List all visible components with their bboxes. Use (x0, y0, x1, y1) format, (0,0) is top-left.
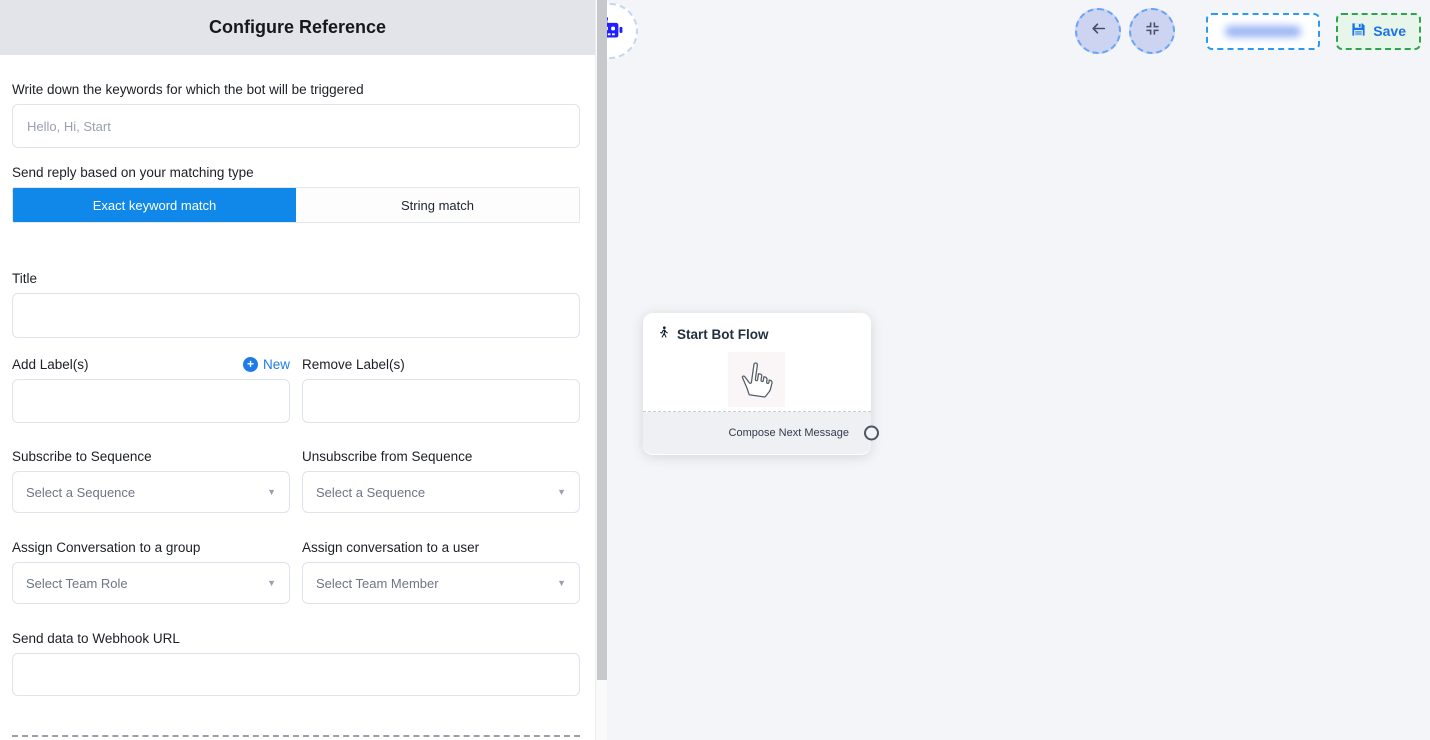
panel-scrollbar[interactable] (595, 0, 607, 740)
node-body: Start Bot Flow (643, 313, 871, 412)
assign-user-label: Assign conversation to a user (302, 540, 580, 555)
chevron-down-icon: ▼ (267, 487, 276, 497)
node-title: Start Bot Flow (677, 327, 769, 342)
save-floppy-icon (1351, 22, 1366, 40)
unsubscribe-sequence-value: Select a Sequence (316, 485, 425, 500)
start-bot-flow-node[interactable]: Start Bot Flow Compose Next Message (643, 313, 871, 455)
assign-user-value: Select Team Member (316, 576, 439, 591)
assign-group-value: Select Team Role (26, 576, 128, 591)
node-footer: Compose Next Message (643, 412, 871, 454)
webhook-label: Send data to Webhook URL (12, 631, 580, 646)
panel-bottom-divider (12, 735, 580, 737)
hand-cursor-icon (728, 352, 785, 407)
subscribe-sequence-value: Select a Sequence (26, 485, 135, 500)
subscribe-sequence-label: Subscribe to Sequence (12, 449, 290, 464)
save-button[interactable]: Save (1336, 13, 1421, 50)
save-button-label: Save (1373, 23, 1406, 39)
unsubscribe-sequence-label: Unsubscribe from Sequence (302, 449, 580, 464)
assign-user-select[interactable]: Select Team Member ▼ (302, 562, 580, 604)
back-button[interactable] (1075, 8, 1121, 54)
matching-type-label: Send reply based on your matching type (12, 165, 580, 180)
connector-port[interactable] (864, 426, 879, 441)
walking-person-icon (657, 326, 670, 342)
title-input[interactable] (12, 293, 580, 338)
new-label-text: New (263, 357, 290, 372)
blurred-button[interactable] (1206, 13, 1320, 50)
add-labels-input[interactable] (12, 379, 290, 423)
assign-group-label: Assign Conversation to a group (12, 540, 290, 555)
scrollbar-thumb[interactable] (597, 0, 607, 680)
new-label-link[interactable]: + New (243, 357, 290, 372)
title-label: Title (12, 271, 580, 286)
blurred-label (1225, 26, 1301, 37)
tab-string-match[interactable]: String match (296, 188, 579, 222)
keywords-label: Write down the keywords for which the bo… (12, 82, 580, 97)
remove-labels-input[interactable] (302, 379, 580, 423)
chevron-down-icon: ▼ (267, 578, 276, 588)
panel-header: Configure Reference (0, 0, 595, 55)
chevron-down-icon: ▼ (557, 487, 566, 497)
chevron-down-icon: ▼ (557, 578, 566, 588)
subscribe-sequence-select[interactable]: Select a Sequence ▼ (12, 471, 290, 513)
plus-icon: + (243, 357, 258, 372)
remove-labels-label: Remove Label(s) (302, 357, 405, 372)
keywords-input[interactable] (12, 104, 580, 148)
compress-icon (1145, 21, 1160, 41)
fit-view-button[interactable] (1129, 8, 1175, 54)
back-arrow-icon (1090, 20, 1107, 42)
add-labels-label: Add Label(s) (12, 357, 89, 372)
tab-exact-keyword-match[interactable]: Exact keyword match (13, 188, 296, 222)
unsubscribe-sequence-select[interactable]: Select a Sequence ▼ (302, 471, 580, 513)
canvas-toolbar: Save (1075, 8, 1421, 54)
matching-type-tabs: Exact keyword match String match (12, 187, 580, 223)
compose-next-message-label: Compose Next Message (729, 427, 849, 439)
configure-reference-panel: Configure Reference Write down the keywo… (0, 0, 595, 740)
assign-group-select[interactable]: Select Team Role ▼ (12, 562, 290, 604)
webhook-input[interactable] (12, 653, 580, 696)
panel-title: Configure Reference (209, 17, 386, 38)
